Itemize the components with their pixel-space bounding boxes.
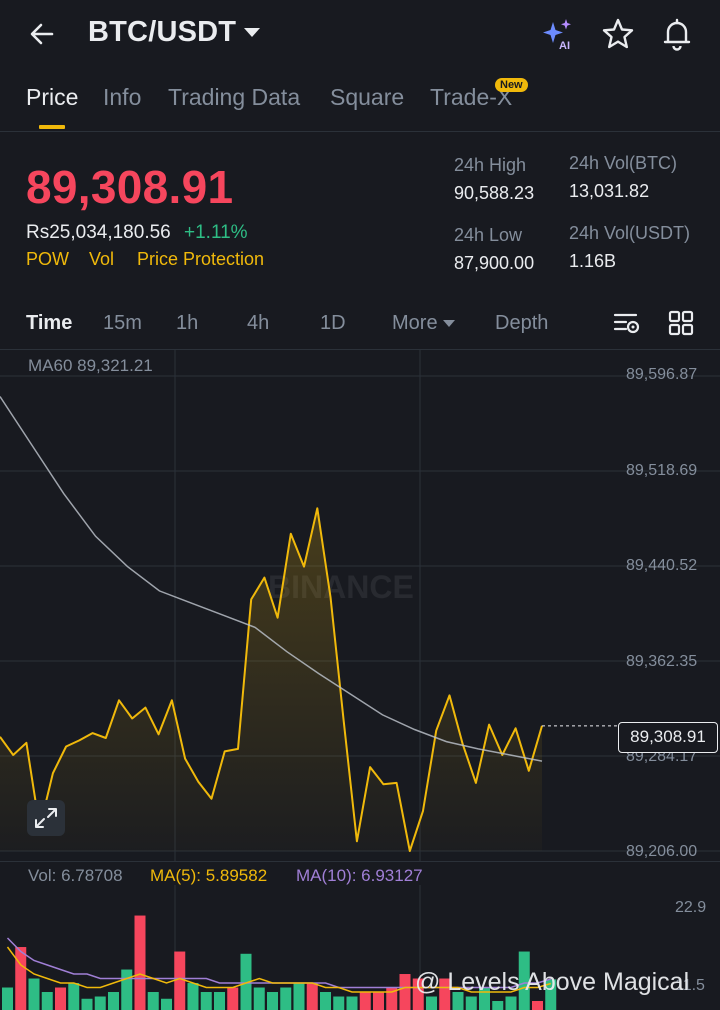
- volume-bar: [15, 947, 27, 1010]
- volume-bar: [399, 974, 411, 1010]
- depth-tab[interactable]: Depth: [495, 312, 548, 335]
- volume-bar: [267, 992, 278, 1010]
- vol-usdt-value: 1.16B: [569, 251, 617, 271]
- volume-bar: [306, 983, 318, 1010]
- vol-btc-label: 24h Vol(BTC): [569, 153, 678, 173]
- ai-label: AI: [559, 40, 570, 52]
- bell-icon[interactable]: [659, 16, 695, 52]
- inr-price: Rs25,034,180.56: [26, 222, 171, 243]
- tag-pow[interactable]: POW: [26, 249, 69, 270]
- chart-bottom-divider: [0, 861, 720, 862]
- volume-bar: [121, 969, 133, 1010]
- chevron-down-icon[interactable]: [443, 320, 455, 327]
- high-label: 24h High: [454, 155, 527, 175]
- volume-bar: [147, 992, 159, 1010]
- volume-bar: [227, 987, 239, 1010]
- volume-bar: [532, 1001, 543, 1010]
- volume-bar: [68, 983, 80, 1010]
- volume-bar: [505, 996, 517, 1010]
- ma10-label: MA(10): 6.93127: [296, 866, 423, 885]
- price-area: [0, 508, 542, 851]
- volume-bar: [465, 996, 477, 1010]
- volume-bar: [373, 992, 384, 1010]
- volume-bar: [346, 996, 358, 1010]
- volume-bar: [333, 996, 345, 1010]
- volume-bar: [359, 992, 371, 1010]
- tab-info[interactable]: Info: [103, 84, 141, 111]
- y-tick-label: 89,206.00: [626, 843, 698, 860]
- volume-bar: [2, 987, 13, 1010]
- y-tick-label: 89,440.52: [626, 557, 698, 574]
- volume-bar: [280, 987, 292, 1010]
- y-tick-label: 89,596.87: [626, 366, 698, 383]
- grid-layout-icon[interactable]: [666, 308, 696, 338]
- tab-square[interactable]: Square: [330, 84, 404, 111]
- volume-bar: [293, 983, 305, 1010]
- low-label: 24h Low: [454, 225, 523, 245]
- expand-chart-button[interactable]: [27, 800, 65, 836]
- timeframe-1h[interactable]: 1h: [176, 312, 198, 335]
- tab-trading-data[interactable]: Trading Data: [168, 84, 300, 111]
- price-chart[interactable]: BINANCE: [0, 350, 720, 862]
- ma60-indicator: MA60 89,321.21: [28, 356, 153, 375]
- volume-bar: [81, 998, 93, 1010]
- active-tab-indicator: [39, 125, 65, 129]
- volume-bar: [187, 983, 199, 1010]
- star-icon[interactable]: [600, 16, 636, 52]
- vol-label: Vol: 6.78708: [28, 866, 123, 885]
- volume-bar: [94, 996, 106, 1010]
- chevron-down-icon[interactable]: [244, 28, 260, 37]
- volume-bar: [28, 978, 40, 1010]
- timeframe-1d[interactable]: 1D: [320, 312, 346, 335]
- timeframe-4h[interactable]: 4h: [247, 312, 269, 335]
- arrow-left-icon[interactable]: [26, 18, 58, 50]
- expand-icon: [35, 808, 57, 828]
- ma5-label: MA(5): 5.89582: [150, 866, 268, 885]
- volume-bar: [200, 992, 212, 1010]
- tag-vol[interactable]: Vol: [89, 249, 114, 270]
- volume-bar: [41, 992, 53, 1010]
- volume-bar: [320, 992, 331, 1010]
- watermark-text: @ Levels Above Magical: [415, 968, 690, 996]
- tag-price-protection[interactable]: Price Protection: [137, 249, 264, 270]
- tab-price[interactable]: Price: [26, 84, 78, 111]
- timeframe-time[interactable]: Time: [26, 312, 72, 335]
- timeframe-more[interactable]: More: [392, 312, 438, 335]
- volume-bar: [161, 998, 172, 1010]
- volume-bar: [492, 1001, 504, 1010]
- y-tick-label: 89,518.69: [626, 462, 698, 479]
- high-value: 90,588.23: [454, 183, 535, 203]
- new-badge: New: [495, 78, 528, 92]
- timeframe-15m[interactable]: 15m: [103, 312, 142, 335]
- volume-bar: [55, 987, 66, 1010]
- price-change: +1.11%: [184, 222, 248, 243]
- volume-bar: [426, 996, 437, 1010]
- y-tick-label: 89,362.35: [626, 653, 698, 670]
- last-price: 89,308.91: [26, 161, 234, 213]
- volume-bar: [174, 951, 186, 1010]
- last-price-marker: 89,308.91: [618, 722, 718, 753]
- header: BTC/USDT AI: [0, 0, 720, 70]
- vol-btc-value: 13,031.82: [569, 181, 650, 201]
- volume-bar: [134, 915, 146, 1010]
- chart-settings-icon[interactable]: [612, 308, 642, 338]
- volume-bar: [253, 987, 265, 1010]
- tab-bar: Price Info Trading Data Square Trade-X N…: [0, 78, 720, 132]
- pair-title[interactable]: BTC/USDT: [88, 16, 236, 49]
- volume-bar: [108, 992, 119, 1010]
- volume-bar: [214, 992, 225, 1010]
- ai-sparkle-icon[interactable]: AI: [540, 16, 576, 52]
- vol-usdt-label: 24h Vol(USDT): [569, 223, 691, 243]
- low-value: 87,900.00: [454, 253, 535, 273]
